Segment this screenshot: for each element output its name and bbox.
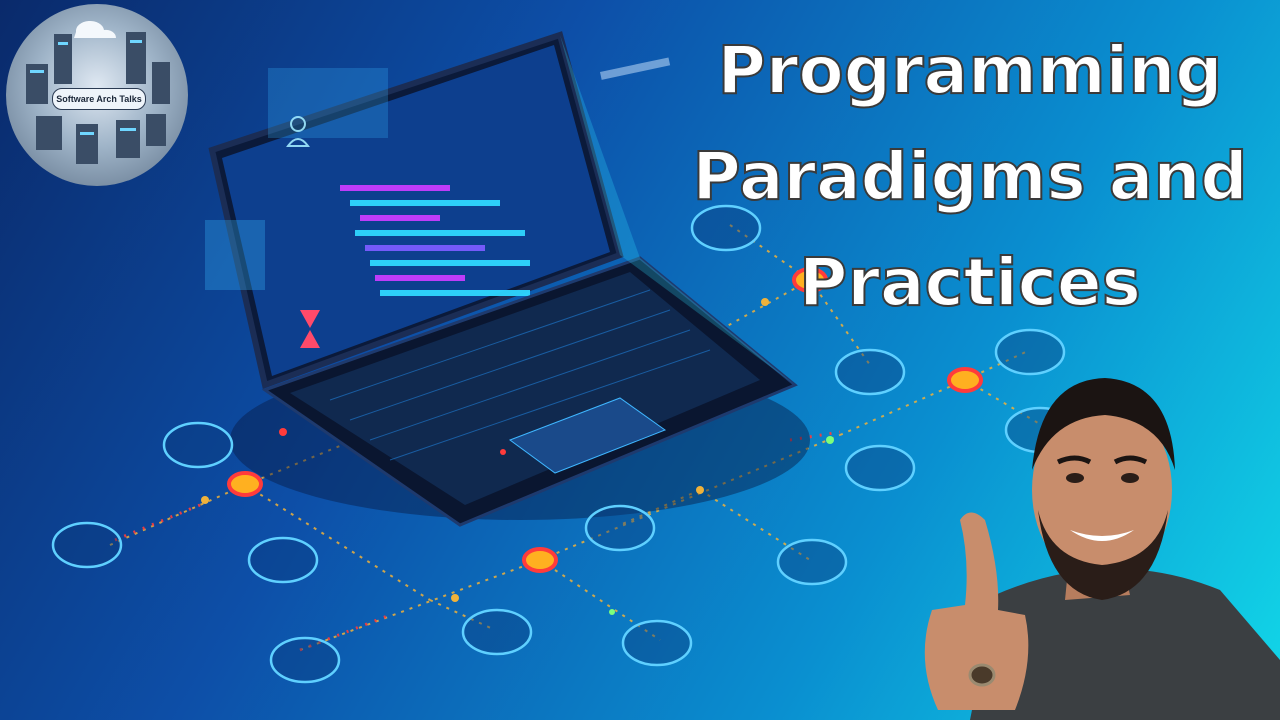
title-line-1: Programming	[717, 31, 1224, 110]
thumbnail-canvas: Software Arch Talks Programming Paradigm…	[0, 0, 1280, 720]
logo-label: Software Arch Talks	[52, 88, 146, 110]
channel-logo: Software Arch Talks	[6, 4, 188, 186]
presenter-photo	[924, 378, 1280, 720]
title-line-3: Practices	[798, 243, 1142, 322]
video-title: Programming Paradigms and Practices	[690, 18, 1250, 336]
title-line-2: Paradigms and	[691, 137, 1248, 216]
